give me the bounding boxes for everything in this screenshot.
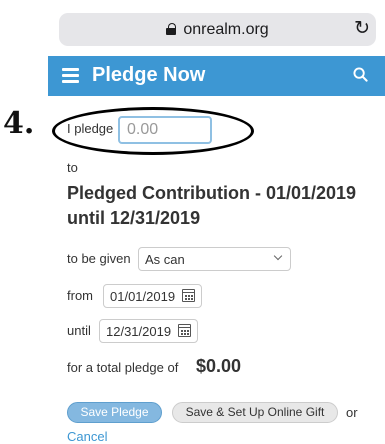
calendar-icon[interactable] (178, 324, 191, 337)
url-display[interactable]: onrealm.org (59, 21, 376, 39)
page-title: Pledge Now (92, 64, 206, 86)
total-pledge-label: for a total pledge of (67, 360, 179, 375)
chevron-down-icon (273, 251, 283, 261)
pledge-amount-input[interactable] (118, 116, 212, 144)
to-be-given-label: to be given (67, 251, 131, 266)
search-icon[interactable] (353, 67, 368, 82)
url-text: onrealm.org (183, 21, 269, 38)
lock-icon (166, 23, 177, 35)
pledge-label: I pledge (67, 121, 114, 136)
until-date-value: 12/31/2019 (106, 324, 172, 339)
reload-icon[interactable]: ↻ (354, 17, 370, 40)
frequency-select[interactable]: As can (138, 247, 291, 271)
hamburger-menu-icon[interactable] (62, 68, 79, 83)
calendar-icon[interactable] (182, 289, 195, 302)
save-pledge-button[interactable]: Save Pledge (67, 402, 162, 423)
from-date-field[interactable]: 01/01/2019 (103, 284, 202, 308)
step-number-annotation: 4. (3, 106, 35, 141)
from-date-value: 01/01/2019 (110, 289, 176, 304)
cancel-link[interactable]: Cancel (67, 429, 107, 444)
frequency-selected-value: As can (145, 252, 185, 267)
app-header: Pledge Now (48, 56, 385, 96)
until-date-field[interactable]: 12/31/2019 (99, 319, 198, 343)
or-text: or (346, 405, 358, 420)
from-label: from (67, 288, 93, 303)
total-pledge-value: $0.00 (196, 356, 242, 376)
save-and-setup-gift-button[interactable]: Save & Set Up Online Gift (172, 402, 338, 423)
browser-address-bar[interactable]: onrealm.org ↻ (59, 13, 376, 46)
to-label: to (67, 160, 78, 175)
contribution-title: Pledged Contribution - 01/01/2019 until … (67, 183, 357, 228)
until-label: until (67, 323, 91, 338)
